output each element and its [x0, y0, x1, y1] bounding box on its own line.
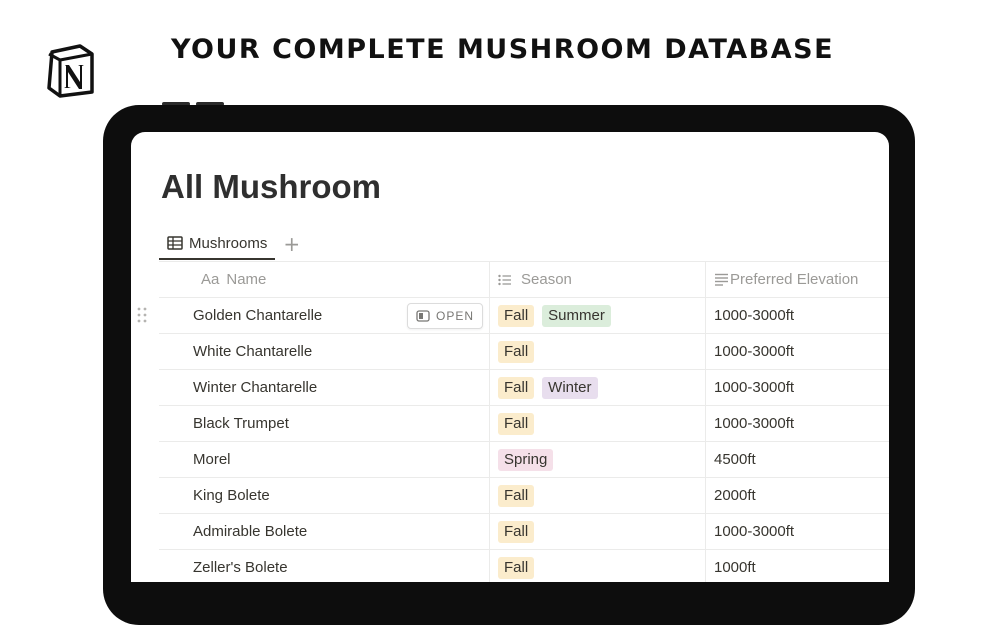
text-property-icon: Aa [201, 271, 220, 288]
cell-name[interactable]: Morel [159, 442, 490, 477]
open-button[interactable]: OPEN [406, 303, 483, 329]
table-row[interactable]: White Chantarelle Fall 1000-3000ft [159, 334, 889, 370]
multi-select-icon [498, 274, 511, 285]
mushroom-name: Admirable Bolete [193, 523, 308, 540]
season-tag: Summer [542, 304, 611, 327]
cell-name[interactable]: Zeller's Bolete [159, 550, 490, 582]
cell-season[interactable]: Fall [490, 550, 706, 582]
season-tag: Fall [498, 304, 535, 327]
mushroom-name: Golden Chantarelle [193, 307, 323, 324]
mushroom-name: Winter Chantarelle [193, 379, 318, 396]
cell-season[interactable]: Fall Winter [490, 370, 706, 405]
cell-name[interactable]: Admirable Bolete [159, 514, 490, 549]
database-table: Aa Name Season Preferred Elevation Golde… [137, 261, 889, 582]
notion-screen: All Mushroom Mushrooms + Aa Name Season … [131, 132, 889, 582]
cell-season[interactable]: Spring [490, 442, 706, 477]
cell-elevation[interactable]: 1000ft [706, 550, 889, 582]
cell-elevation[interactable]: 1000-3000ft [706, 298, 889, 333]
headline: YOUR COMPLETE MUSHROOM DATABASE [170, 34, 835, 65]
cell-name[interactable]: Winter Chantarelle [159, 370, 490, 405]
table-row[interactable]: Winter Chantarelle Fall Winter 1000-3000ft [159, 370, 889, 406]
cell-season[interactable]: Fall [490, 478, 706, 513]
table-row[interactable]: Zeller's Bolete Fall 1000ft [159, 550, 889, 582]
cell-elevation[interactable]: 1000-3000ft [706, 370, 889, 405]
season-tag: Fall [498, 556, 535, 579]
cell-season[interactable]: Fall [490, 406, 706, 441]
column-label: Preferred Elevation [730, 271, 859, 288]
tab-mushrooms[interactable]: Mushrooms [159, 228, 276, 260]
cell-elevation[interactable]: 1000-3000ft [706, 406, 889, 441]
column-header-elevation[interactable]: Preferred Elevation [706, 262, 889, 297]
season-tag: Fall [498, 412, 535, 435]
season-tag: Fall [498, 484, 535, 507]
cell-elevation[interactable]: 1000-3000ft [706, 334, 889, 369]
cell-name[interactable]: Black Trumpet [159, 406, 490, 441]
cell-name[interactable]: Golden Chantarelle OPEN [137, 298, 490, 333]
cell-name[interactable]: White Chantarelle [159, 334, 490, 369]
elevation-value: 1000-3000ft [714, 343, 795, 360]
column-label: Season [521, 271, 572, 288]
cell-elevation[interactable]: 4500ft [706, 442, 889, 477]
season-tag: Spring [498, 448, 554, 471]
page-title: All Mushroom [161, 168, 381, 205]
elevation-value: 1000-3000ft [714, 523, 795, 540]
table-row[interactable]: Black Trumpet Fall 1000-3000ft [159, 406, 889, 442]
cell-name[interactable]: King Bolete [159, 478, 490, 513]
text-lines-icon [715, 273, 728, 286]
cell-season[interactable]: Fall Summer [490, 298, 706, 333]
tab-label: Mushrooms [189, 234, 268, 252]
season-tag: Fall [498, 376, 535, 399]
elevation-value: 1000ft [714, 559, 756, 576]
mushroom-name: Morel [193, 451, 231, 468]
side-peek-icon [416, 310, 430, 322]
table-icon [167, 236, 183, 250]
mushroom-name: Black Trumpet [193, 415, 289, 432]
table-row[interactable]: Admirable Bolete Fall 1000-3000ft [159, 514, 889, 550]
elevation-value: 1000-3000ft [714, 307, 795, 324]
open-label: OPEN [435, 309, 474, 323]
season-tag: Fall [498, 520, 535, 543]
mushroom-name: White Chantarelle [193, 343, 313, 360]
view-tabs: Mushrooms + [159, 228, 300, 260]
table-row[interactable]: King Bolete Fall 2000ft [159, 478, 889, 514]
elevation-value: 2000ft [714, 487, 756, 504]
column-header-season[interactable]: Season [490, 262, 706, 297]
elevation-value: 1000-3000ft [714, 379, 795, 396]
mushroom-name: Zeller's Bolete [193, 559, 288, 576]
table-row[interactable]: Morel Spring 4500ft [159, 442, 889, 478]
drag-handle-icon[interactable] [137, 307, 147, 323]
cell-elevation[interactable]: 2000ft [706, 478, 889, 513]
season-tag: Winter [542, 376, 598, 399]
mushroom-name: King Bolete [193, 487, 270, 504]
cell-season[interactable]: Fall [490, 334, 706, 369]
season-tag: Fall [498, 340, 535, 363]
elevation-value: 1000-3000ft [714, 415, 795, 432]
table-row[interactable]: Golden Chantarelle OPEN Fall Summer 1000-300… [137, 298, 889, 334]
cell-elevation[interactable]: 1000-3000ft [706, 514, 889, 549]
table-header: Aa Name Season Preferred Elevation [159, 262, 889, 298]
elevation-value: 4500ft [714, 451, 756, 468]
column-label: Name [226, 271, 267, 288]
cell-season[interactable]: Fall [490, 514, 706, 549]
add-view-button[interactable]: + [283, 234, 300, 254]
column-header-name[interactable]: Aa Name [159, 262, 490, 297]
